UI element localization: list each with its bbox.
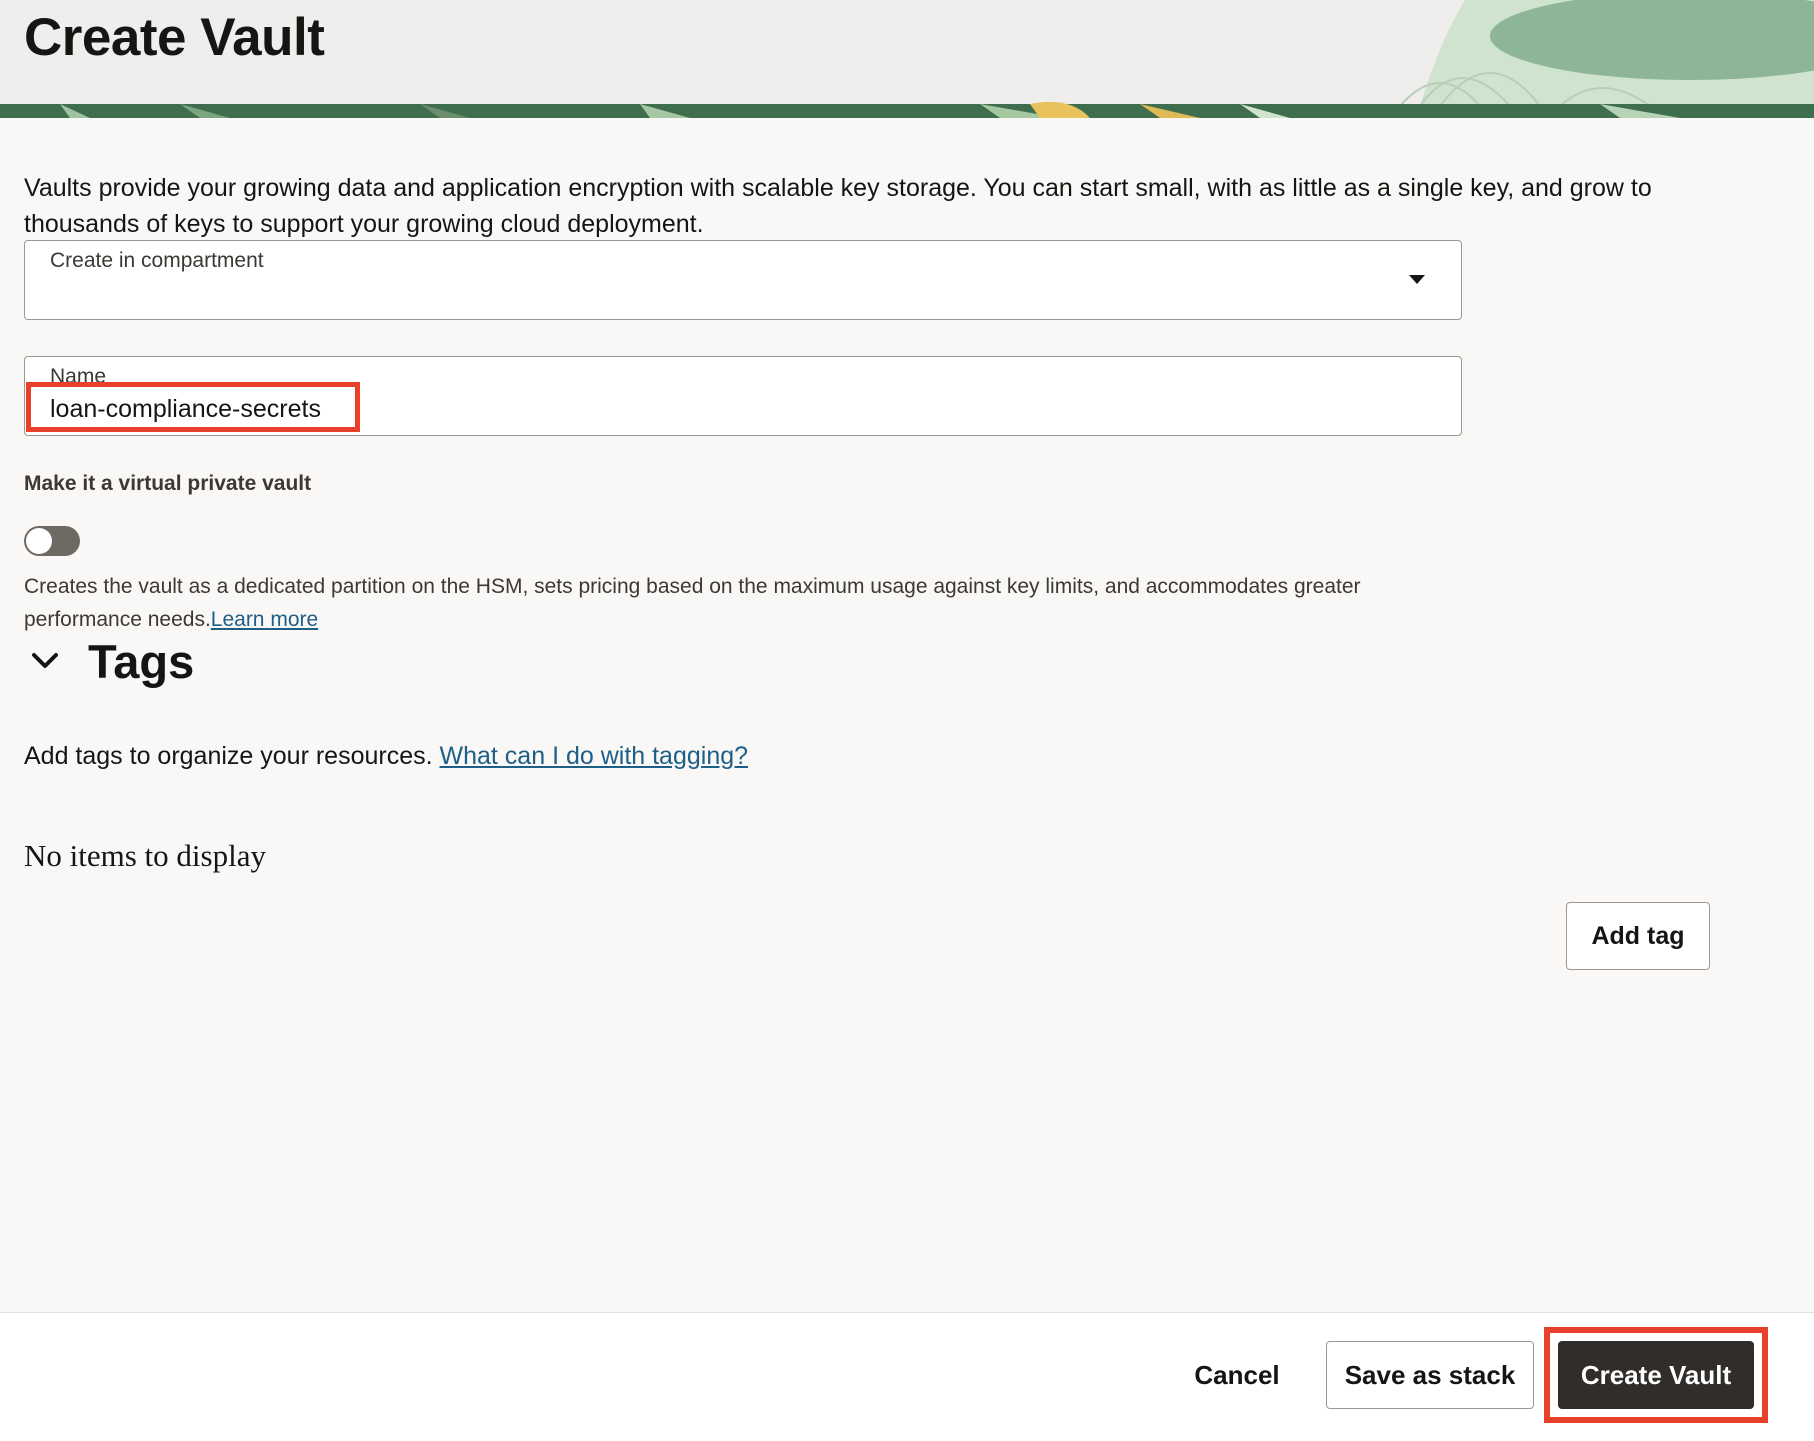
- footer-actions: Cancel Save as stack Create Vault: [0, 1312, 1814, 1441]
- virtual-private-help: Creates the vault as a dedicated partiti…: [24, 570, 1464, 636]
- page-title: Create Vault: [24, 8, 325, 67]
- page-header: Create Vault: [0, 0, 1814, 118]
- compartment-label: Create in compartment: [50, 249, 264, 272]
- tagging-help-link[interactable]: What can I do with tagging?: [440, 742, 749, 770]
- intro-description: Vaults provide your growing data and app…: [24, 174, 1652, 238]
- learn-more-link[interactable]: Learn more: [211, 608, 318, 631]
- create-vault-button[interactable]: Create Vault: [1558, 1341, 1754, 1409]
- cancel-button[interactable]: Cancel: [1170, 1341, 1304, 1409]
- tags-empty-message: No items to display: [24, 838, 266, 873]
- name-highlight-box: [26, 382, 360, 432]
- add-tag-button[interactable]: Add tag: [1566, 902, 1710, 970]
- virtual-private-toggle[interactable]: [24, 526, 80, 556]
- tags-help-text: Add tags to organize your resources.: [24, 742, 433, 770]
- compartment-select[interactable]: Create in compartment: [24, 240, 1462, 320]
- chevron-down-icon[interactable]: [30, 650, 60, 672]
- save-as-stack-button[interactable]: Save as stack: [1326, 1341, 1534, 1409]
- tags-help: Add tags to organize your resources. Wha…: [24, 742, 748, 771]
- tags-heading: Tags: [88, 635, 195, 688]
- virtual-private-label: Make it a virtual private vault: [24, 472, 312, 495]
- toggle-knob: [26, 528, 52, 554]
- chevron-down-icon[interactable]: [1409, 275, 1425, 284]
